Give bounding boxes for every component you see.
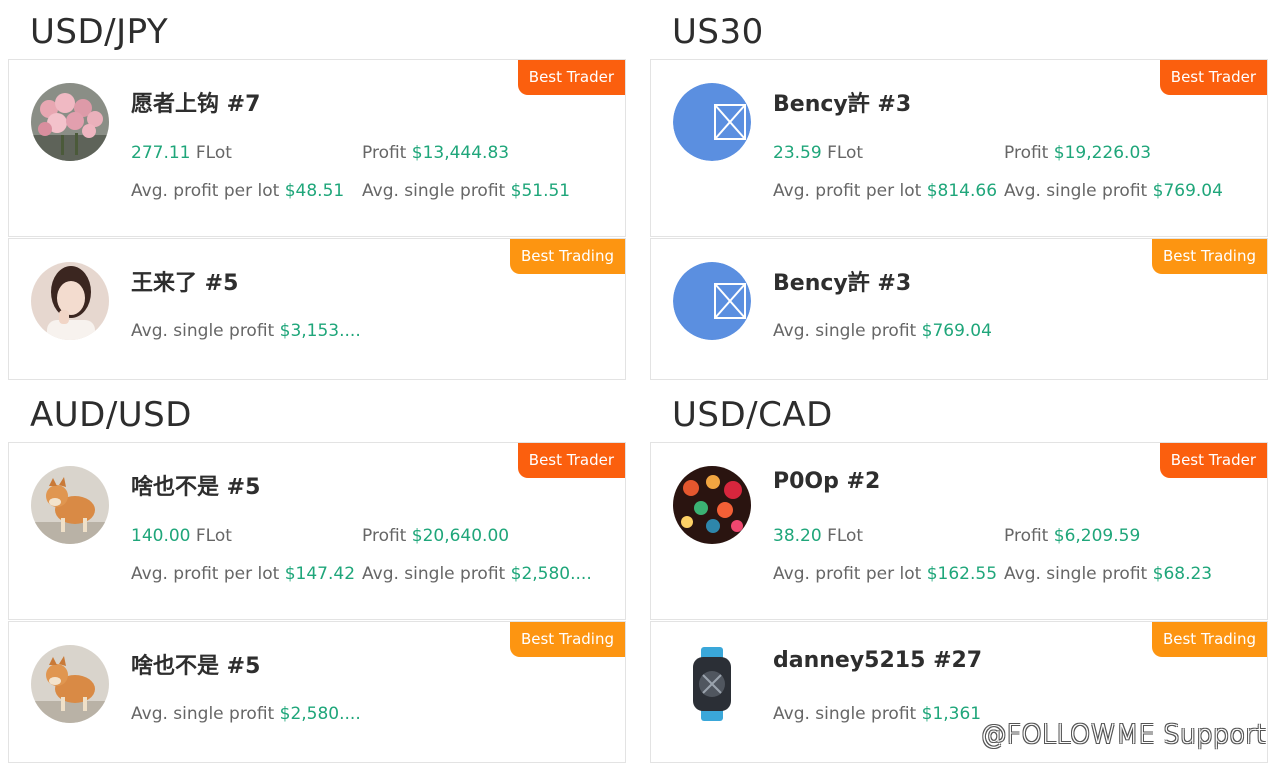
- avg-lot-label: Avg. profit per lot: [131, 564, 280, 584]
- trader-name[interactable]: 王来了 #5: [131, 265, 238, 297]
- trader-name[interactable]: 啥也不是 #5: [131, 469, 260, 501]
- trader-name[interactable]: Bency許 #3: [773, 265, 911, 297]
- avg-single-value: $3,153....: [279, 321, 361, 341]
- avg-lot-stat: Avg. profit per lot $147.42: [131, 564, 355, 584]
- trader-card[interactable]: Best Trader P0Op #2 38.20 FLot Profit $6…: [650, 442, 1268, 620]
- trader-card[interactable]: Best Trader 啥也不是 #5 140.00 FLot Profit $…: [8, 442, 626, 620]
- trading-card[interactable]: Best Trading Bency許 #3 Avg. single profi…: [650, 238, 1268, 380]
- flot-value: 140.00: [131, 526, 191, 546]
- profit-value: $19,226.03: [1053, 143, 1152, 163]
- trader-name[interactable]: danney5215 #27: [773, 648, 982, 673]
- section-title: USD/JPY: [30, 12, 169, 52]
- avg-single-stat: Avg. single profit $769.04: [1004, 181, 1223, 201]
- trading-card[interactable]: Best Trading 啥也不是 #5 Avg. single profit …: [8, 621, 626, 763]
- flot-stat: 23.59 FLot: [773, 143, 863, 163]
- flot-stat: 277.11 FLot: [131, 143, 232, 163]
- best-trading-badge: Best Trading: [509, 622, 625, 657]
- avg-single-value: $1,361: [921, 704, 982, 724]
- placeholder-image-icon[interactable]: [673, 262, 751, 340]
- avatar[interactable]: [31, 466, 109, 544]
- best-trading-badge: Best Trading: [509, 239, 625, 274]
- section-title: USD/CAD: [672, 395, 833, 435]
- avatar[interactable]: [31, 645, 109, 723]
- avg-single-stat: Avg. single profit $769.04: [773, 321, 992, 341]
- avg-single-label: Avg. single profit: [1004, 564, 1148, 584]
- flot-stat: 38.20 FLot: [773, 526, 863, 546]
- best-trader-badge: Best Trader: [1159, 60, 1267, 95]
- flot-label: FLot: [827, 526, 864, 546]
- avg-single-value: $769.04: [921, 321, 992, 341]
- trader-name[interactable]: 啥也不是 #5: [131, 648, 260, 680]
- profit-value: $20,640.00: [411, 526, 510, 546]
- avg-single-value: $2,580....: [510, 564, 592, 584]
- avg-single-label: Avg. single profit: [1004, 181, 1148, 201]
- avg-single-label: Avg. single profit: [362, 181, 506, 201]
- avg-lot-stat: Avg. profit per lot $48.51: [131, 181, 344, 201]
- avg-single-label: Avg. single profit: [131, 321, 275, 341]
- placeholder-image-icon[interactable]: [673, 83, 751, 161]
- avg-lot-value: $147.42: [284, 564, 356, 584]
- trading-card[interactable]: Best Trading 王来了 #5 Avg. single profit $…: [8, 238, 626, 380]
- avg-single-stat: Avg. single profit $3,153....: [131, 321, 361, 341]
- watermark: @FOLLOWME Support: [980, 720, 1266, 750]
- profit-label: Profit: [1004, 526, 1049, 546]
- profit-stat: Profit $20,640.00: [362, 526, 509, 546]
- avg-single-stat: Avg. single profit $2,580....: [362, 564, 592, 584]
- profit-label: Profit: [362, 143, 407, 163]
- flot-value: 23.59: [773, 143, 822, 163]
- avg-single-value: $2,580....: [279, 704, 361, 724]
- trader-name[interactable]: 愿者上钩 #7: [131, 86, 260, 118]
- avg-lot-stat: Avg. profit per lot $162.55: [773, 564, 997, 584]
- profit-label: Profit: [362, 526, 407, 546]
- avatar[interactable]: [673, 645, 751, 723]
- avg-single-stat: Avg. single profit $68.23: [1004, 564, 1212, 584]
- profit-stat: Profit $13,444.83: [362, 143, 509, 163]
- best-trader-badge: Best Trader: [1159, 443, 1267, 478]
- avg-lot-value: $814.66: [926, 181, 998, 201]
- profit-value: $13,444.83: [411, 143, 510, 163]
- flot-label: FLot: [827, 143, 864, 163]
- avatar[interactable]: [673, 466, 751, 544]
- section-title: AUD/USD: [30, 395, 192, 435]
- trader-name[interactable]: Bency許 #3: [773, 86, 911, 118]
- profit-stat: Profit $19,226.03: [1004, 143, 1151, 163]
- best-trading-badge: Best Trading: [1151, 622, 1267, 657]
- best-trader-badge: Best Trader: [517, 60, 625, 95]
- flot-label: FLot: [195, 143, 232, 163]
- profit-value: $6,209.59: [1053, 526, 1141, 546]
- avg-single-label: Avg. single profit: [131, 704, 275, 724]
- avg-single-value: $769.04: [1152, 181, 1223, 201]
- avatar[interactable]: [31, 83, 109, 161]
- avg-single-label: Avg. single profit: [773, 321, 917, 341]
- avg-single-label: Avg. single profit: [773, 704, 917, 724]
- flot-value: 38.20: [773, 526, 822, 546]
- avg-single-stat: Avg. single profit $1,361: [773, 704, 981, 724]
- avg-lot-value: $162.55: [926, 564, 998, 584]
- avg-single-value: $68.23: [1152, 564, 1213, 584]
- trader-name[interactable]: P0Op #2: [773, 469, 880, 494]
- profit-label: Profit: [1004, 143, 1049, 163]
- avg-lot-value: $48.51: [284, 181, 345, 201]
- avg-single-value: $51.51: [510, 181, 571, 201]
- trader-card[interactable]: Best Trader 愿者上钩 #7 277.11 FLot Profit $…: [8, 59, 626, 237]
- avg-lot-label: Avg. profit per lot: [131, 181, 280, 201]
- flot-label: FLot: [195, 526, 232, 546]
- best-trader-badge: Best Trader: [517, 443, 625, 478]
- trader-card[interactable]: Best Trader Bency許 #3 23.59 FLot Profit …: [650, 59, 1268, 237]
- avg-lot-label: Avg. profit per lot: [773, 564, 922, 584]
- section-title: US30: [672, 12, 764, 52]
- avg-single-label: Avg. single profit: [362, 564, 506, 584]
- flot-value: 277.11: [131, 143, 191, 163]
- avatar[interactable]: [31, 262, 109, 340]
- avg-single-stat: Avg. single profit $2,580....: [131, 704, 361, 724]
- profit-stat: Profit $6,209.59: [1004, 526, 1140, 546]
- flot-stat: 140.00 FLot: [131, 526, 232, 546]
- avg-lot-stat: Avg. profit per lot $814.66: [773, 181, 997, 201]
- avg-single-stat: Avg. single profit $51.51: [362, 181, 570, 201]
- best-trading-badge: Best Trading: [1151, 239, 1267, 274]
- avg-lot-label: Avg. profit per lot: [773, 181, 922, 201]
